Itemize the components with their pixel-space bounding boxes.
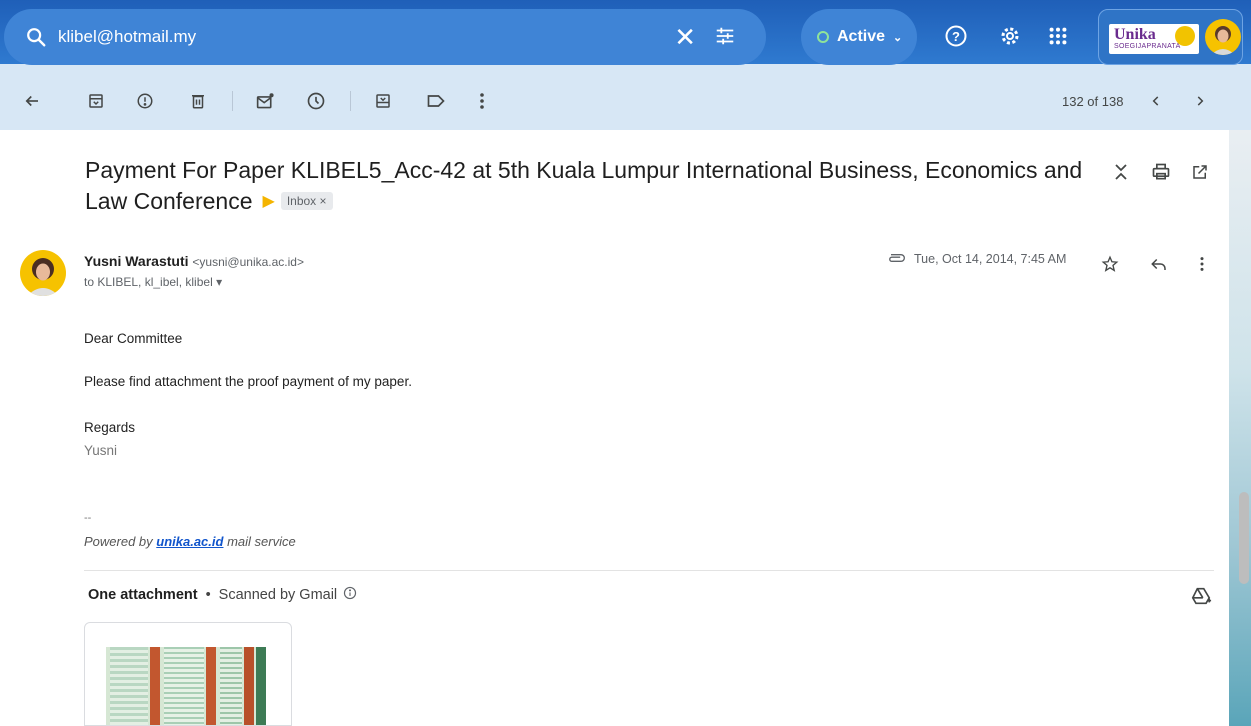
inbox-label-chip[interactable]: Inbox ×: [280, 192, 333, 210]
powered-prefix: Powered by: [84, 534, 157, 549]
body-greeting: Dear Committee: [84, 331, 183, 346]
scanned-text: Scanned by Gmail: [218, 587, 338, 603]
attachment-thumbnail[interactable]: [106, 647, 266, 725]
attachments-header: One attachment • Scanned by Gmail: [88, 586, 357, 604]
sender-name[interactable]: Yusni Warastuti: [84, 253, 189, 269]
star-icon[interactable]: [1098, 252, 1122, 276]
label-icon[interactable]: [424, 89, 448, 113]
more-vert-icon[interactable]: [470, 89, 494, 113]
sender-avatar[interactable]: [20, 250, 66, 296]
back-icon[interactable]: [20, 89, 44, 113]
search-input[interactable]: klibel@hotmail.my: [58, 27, 196, 47]
toolbar-divider: [350, 91, 351, 111]
apps-icon[interactable]: [1044, 22, 1072, 50]
thumb-stripe: [244, 647, 254, 725]
snooze-icon[interactable]: [304, 89, 328, 113]
thumb-column: [110, 647, 148, 725]
mark-unread-icon[interactable]: [253, 89, 277, 113]
thumb-column: [220, 647, 242, 725]
chevron-down-icon[interactable]: ▾: [216, 275, 222, 289]
label-text: Inbox: [286, 194, 317, 208]
email-subject: Payment For Paper KLIBEL5_Acc-42 at 5th …: [85, 155, 1105, 217]
message-date: Tue, Oct 14, 2014, 7:45 AM: [886, 252, 1066, 266]
separator-dot: •: [205, 587, 211, 603]
organization-logo: Unika SOEGIJAPRANATA: [1109, 24, 1199, 54]
thumb-stripe: [150, 647, 160, 725]
attachment-clip-icon: [886, 252, 906, 266]
scrollbar[interactable]: [1237, 130, 1251, 726]
chevron-right-icon[interactable]: [1188, 89, 1212, 113]
status-selector[interactable]: Active ⌄: [801, 9, 917, 65]
date-text: Tue, Oct 14, 2014, 7:45 AM: [914, 252, 1067, 266]
close-icon[interactable]: ✕: [674, 23, 696, 51]
more-vert-icon[interactable]: [1190, 252, 1214, 276]
expand-collapse-icon[interactable]: [1109, 160, 1133, 184]
search-bar[interactable]: klibel@hotmail.my ✕: [4, 9, 766, 65]
avatar[interactable]: [1205, 19, 1241, 55]
search-icon[interactable]: [22, 23, 50, 51]
archive-icon[interactable]: [84, 89, 108, 113]
powered-link[interactable]: unika.ac.id: [156, 534, 223, 549]
delete-icon[interactable]: [186, 89, 210, 113]
logo-emblem-icon: [1175, 26, 1195, 46]
powered-suffix: mail service: [223, 534, 296, 549]
thumb-stripe: [206, 647, 216, 725]
status-dot-icon: [817, 31, 829, 43]
attachment-divider: [84, 570, 1214, 571]
settings-icon[interactable]: [996, 22, 1024, 50]
sender-line: Yusni Warastuti <yusni@unika.ac.id>: [84, 253, 304, 269]
chevron-down-icon: ⌄: [893, 31, 903, 44]
chevron-left-icon[interactable]: [1144, 89, 1168, 113]
scrollbar-thumb[interactable]: [1239, 492, 1249, 584]
move-to-icon[interactable]: [371, 89, 395, 113]
help-icon[interactable]: ?: [942, 22, 970, 50]
thumb-stripe: [256, 647, 266, 725]
message-toolbar: 132 of 138: [0, 72, 1251, 130]
powered-by-line: Powered by unika.ac.id mail service: [84, 534, 296, 549]
attachment-card[interactable]: [84, 622, 292, 726]
thumb-column: [164, 647, 204, 725]
info-icon[interactable]: [343, 586, 357, 604]
subject-text: Payment For Paper KLIBEL5_Acc-42 at 5th …: [85, 157, 1083, 214]
top-bar: klibel@hotmail.my ✕ Active ⌄ ? Unika SOE…: [0, 0, 1251, 72]
status-label: Active: [837, 28, 886, 45]
recipients-line[interactable]: to KLIBEL, kl_ibel, klibel ▾: [84, 275, 222, 289]
add-to-drive-icon[interactable]: [1190, 585, 1214, 609]
pagination-count: 132 of 138: [1062, 94, 1124, 109]
attachments-title: One attachment: [88, 587, 198, 603]
body-line: Please find attachment the proof payment…: [84, 374, 412, 389]
tune-icon[interactable]: [714, 25, 736, 52]
signature-separator: --: [84, 512, 92, 524]
logo-subtext: SOEGIJAPRANATA: [1114, 43, 1181, 50]
report-spam-icon[interactable]: [133, 89, 157, 113]
sender-email: <yusni@unika.ac.id>: [192, 255, 304, 269]
important-marker-icon[interactable]: ▶: [263, 186, 275, 217]
svg-text:?: ?: [952, 29, 960, 44]
toolbar-divider: [232, 91, 233, 111]
open-new-window-icon[interactable]: [1188, 160, 1212, 184]
logo-word: Unika: [1114, 26, 1156, 43]
print-icon[interactable]: [1149, 160, 1173, 184]
reply-icon[interactable]: [1147, 252, 1171, 276]
account-switcher[interactable]: Unika SOEGIJAPRANATA: [1098, 9, 1243, 65]
body-signature-name: Yusni: [84, 443, 118, 458]
recipients-text: to KLIBEL, kl_ibel, klibel: [84, 275, 213, 289]
remove-label-icon[interactable]: ×: [320, 194, 327, 208]
body-closing: Regards: [84, 420, 136, 435]
